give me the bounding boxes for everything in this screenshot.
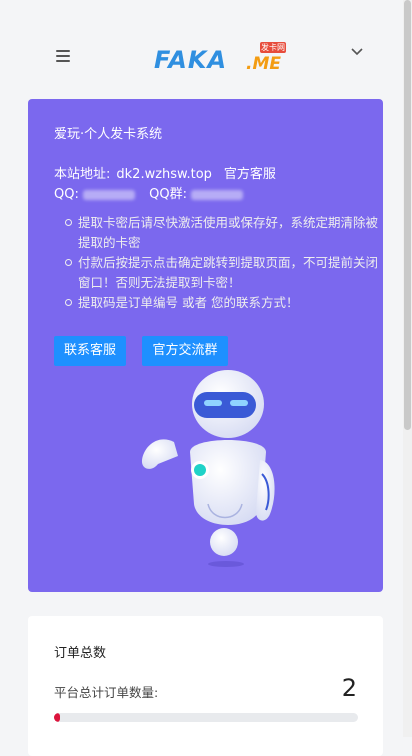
qq-number-redacted xyxy=(83,189,135,200)
site-address: 本站地址: dk2.wzhsw.top 官方客服 xyxy=(54,163,276,182)
official-group-button[interactable]: 官方交流群 xyxy=(142,336,228,366)
hamburger-icon[interactable] xyxy=(56,50,70,62)
site-logo[interactable]: FAKA .ME 发卡网 xyxy=(154,42,289,74)
logo-text: FAKA xyxy=(154,46,228,74)
order-stats-card: 订单总数 平台总计订单数量: 2 xyxy=(28,616,383,756)
hero-card: 爱玩·个人发卡系统 本站地址: dk2.wzhsw.top 官方客服 QQ: QQ群… xyxy=(28,99,383,592)
order-count-value: 2 xyxy=(341,674,357,702)
robot-illustration xyxy=(141,370,275,567)
chevron-down-icon[interactable] xyxy=(350,45,364,59)
hero-title: 爱玩·个人发卡系统 xyxy=(54,127,163,142)
order-stats-title: 订单总数 xyxy=(54,646,107,661)
service-link[interactable]: 官方客服 xyxy=(224,167,276,182)
notice-item: 提取码是订单编号 或者 您的联系方式！ xyxy=(65,293,388,313)
site-address-label: 本站地址: xyxy=(54,167,111,182)
qq-group-number-redacted xyxy=(191,189,244,200)
logo-tag: 发卡网 xyxy=(260,42,286,53)
qq-group-label: QQ群: xyxy=(149,187,187,202)
order-progress-bar xyxy=(54,713,358,722)
order-count-label: 平台总计订单数量: xyxy=(54,685,159,700)
contact-service-button[interactable]: 联系客服 xyxy=(54,336,126,366)
notice-item: 提取卡密后请尽快激活使用或保存好，系统定期清除被提取的卡密 xyxy=(65,213,388,253)
scrollbar-thumb[interactable] xyxy=(404,0,411,430)
logo-suffix: .ME xyxy=(246,54,281,74)
qq-info: QQ: QQ群: xyxy=(54,183,244,202)
notice-list: 提取卡密后请尽快激活使用或保存好，系统定期清除被提取的卡密 付款后按提示点击确定… xyxy=(54,213,388,313)
order-progress-fill xyxy=(54,713,61,722)
scrollbar[interactable] xyxy=(403,0,412,737)
site-url-link[interactable]: dk2.wzhsw.top xyxy=(116,167,212,182)
qq-label: QQ: xyxy=(54,187,79,202)
top-navbar: FAKA .ME 发卡网 xyxy=(0,0,403,96)
notice-item: 付款后按提示点击确定跳转到提取页面，不可提前关闭窗口！否则无法提取到卡密！ xyxy=(65,253,388,293)
